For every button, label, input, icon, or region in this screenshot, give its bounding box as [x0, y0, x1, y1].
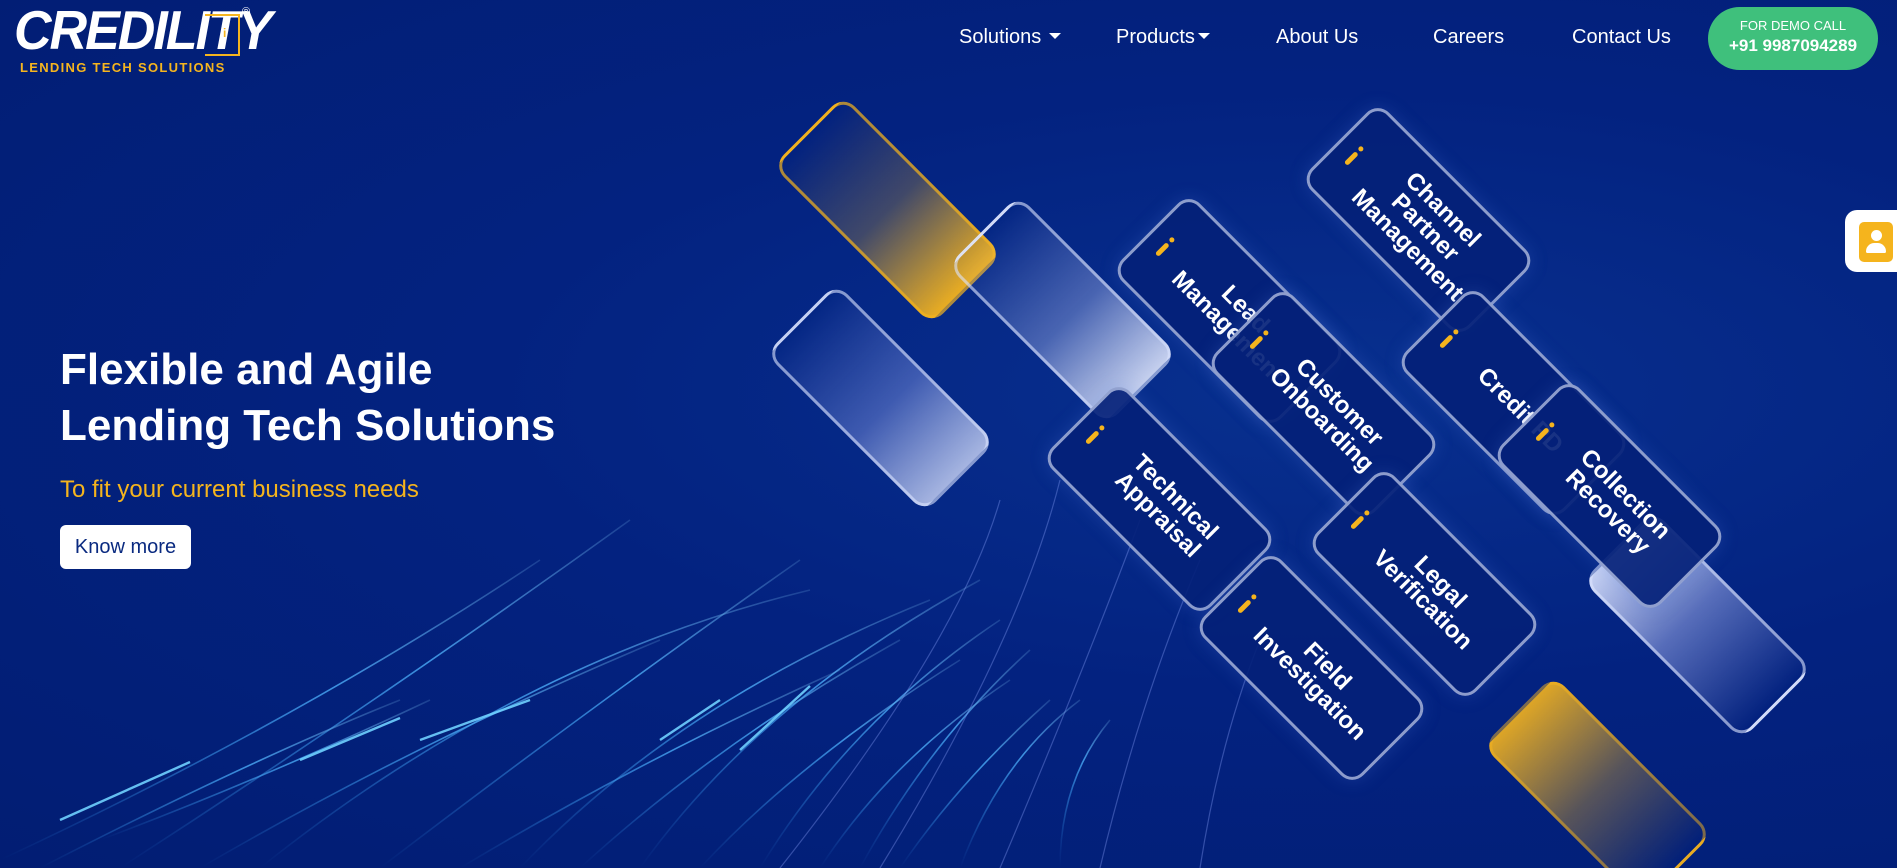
nav-products[interactable]: Products: [1116, 26, 1210, 49]
contact-book-icon: [1859, 222, 1893, 262]
logo-tagline: LENDING TECH SOLUTIONS: [20, 60, 226, 75]
caret-down-icon: [1197, 32, 1210, 39]
nav-label: Contact Us: [1572, 26, 1671, 48]
nav-solutions[interactable]: Solutions: [959, 26, 1062, 49]
demo-phone-number: +91 9987094289: [1728, 36, 1858, 55]
nav-label: Solutions: [959, 26, 1042, 48]
hero-title-line1: Flexible and Agile: [60, 345, 433, 394]
nav-label: About Us: [1276, 26, 1359, 48]
contact-side-tab[interactable]: [1845, 210, 1897, 272]
demo-call-caption: FOR DEMO CALL: [1739, 18, 1847, 33]
hero-title-line2: Lending Tech Solutions: [60, 401, 556, 450]
logo-i-mark: i: [223, 26, 227, 40]
page: Channel Partner Management Lead Manageme…: [0, 0, 1897, 868]
caret-down-icon: [1049, 32, 1062, 39]
know-more-button[interactable]: Know more: [60, 525, 191, 569]
hero-subtitle: To fit your current business needs: [60, 476, 419, 503]
nav-about-us[interactable]: About Us: [1276, 26, 1358, 49]
nav-careers[interactable]: Careers: [1433, 26, 1504, 49]
nav-label: Careers: [1433, 26, 1505, 48]
credility-logo[interactable]: CREDILITY i ® LENDING TECH SOLUTIONS: [14, 4, 272, 76]
nav-label: Products: [1116, 26, 1195, 48]
demo-call-button[interactable]: FOR DEMO CALL +91 9987094289: [1708, 7, 1878, 70]
hero-title: Flexible and Agile Lending Tech Solution…: [60, 342, 660, 454]
nav-contact-us[interactable]: Contact Us: [1572, 26, 1671, 49]
registered-mark: ®: [242, 6, 251, 18]
